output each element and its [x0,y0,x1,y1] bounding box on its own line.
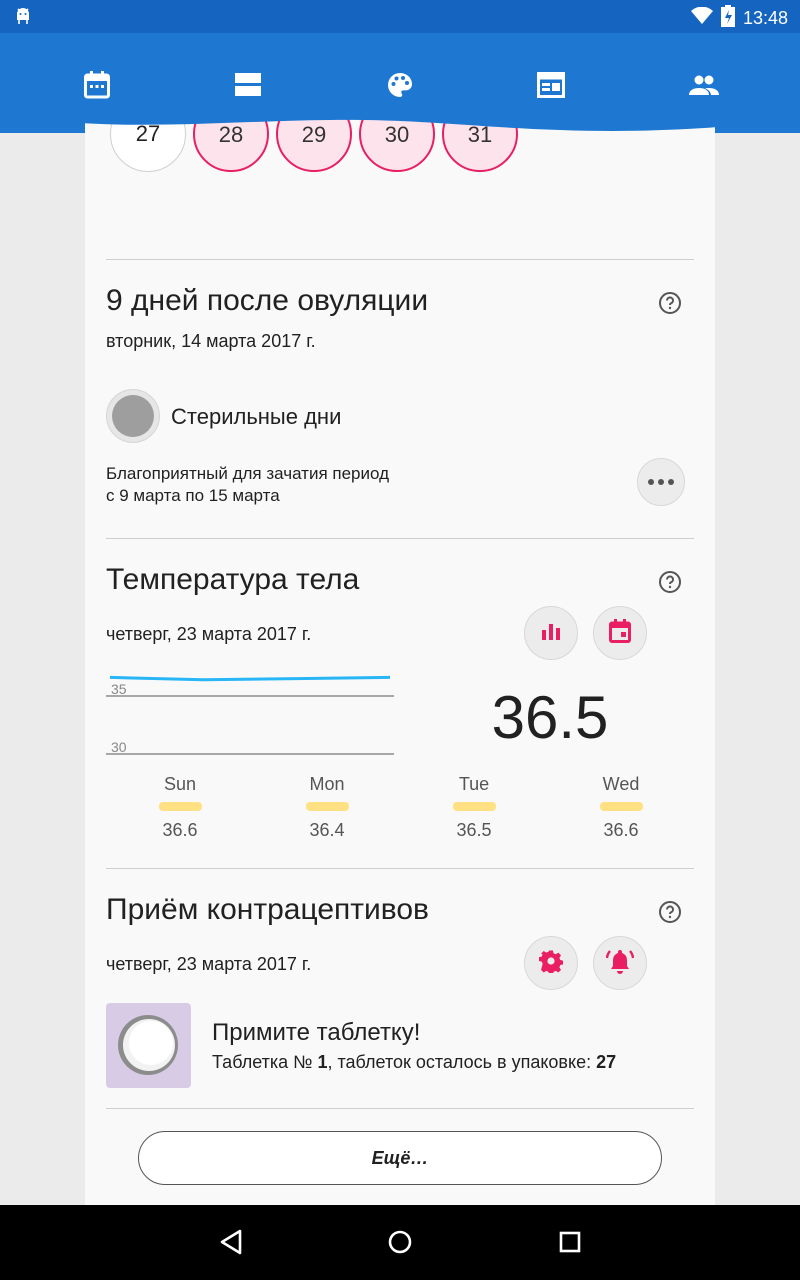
more-horiz-icon [647,473,675,491]
day-bar [452,802,496,811]
help-icon[interactable] [658,570,682,594]
temperature-line [109,675,391,682]
help-icon[interactable] [658,291,682,315]
help-icon[interactable] [658,900,682,924]
temperature-chart: 35 30 [106,668,396,763]
battery-icon [720,5,735,32]
status-dot [106,389,160,443]
more-options-button[interactable] [637,458,685,506]
status-label: Стерильные дни [171,404,342,429]
y-tick-30: 30 [111,739,127,755]
people-icon[interactable] [688,69,720,101]
wifi-icon [690,6,713,30]
take-pill-title: Примите таблетку! [212,1019,421,1046]
pill-info: Таблетка № 1, таблеток осталось в упаков… [212,1052,617,1072]
temperature-date: четверг, 23 марта 2017 г. [106,624,312,644]
home-icon[interactable] [383,1225,417,1259]
status-bar: 13:48 [0,0,800,33]
day-summary[interactable]: Wed 36.6 [581,774,661,841]
day-bar [305,802,349,811]
divider [106,538,694,539]
day-summary[interactable]: Mon 36.4 [287,774,367,841]
schedule-icon[interactable] [535,69,567,101]
gear-icon [538,949,564,978]
ovulation-date: вторник, 14 марта 2017 г. [106,331,316,351]
calendar-icon[interactable] [81,69,113,101]
bar-chart-icon [541,622,561,645]
clock: 13:48 [742,8,788,28]
recents-icon[interactable] [553,1225,587,1259]
divider [106,868,694,869]
contraceptives-title: Приём контрацептивов [106,893,429,926]
android-debug-icon [14,6,32,31]
y-tick-35: 35 [111,681,127,697]
temperature-chart-button[interactable] [524,606,578,660]
system-nav-bar [0,1205,800,1280]
divider [106,1108,694,1109]
calendar-day-period[interactable]: 31 [442,96,518,172]
calendar-day-period[interactable]: 29 [276,96,352,172]
calendar-day-period[interactable]: 30 [359,96,435,172]
day-summary[interactable]: Sun 36.6 [140,774,220,841]
temperature-title: Температура тела [106,563,360,596]
day-bar [599,802,643,811]
calendar-day[interactable]: 27 [110,96,186,172]
back-icon[interactable] [214,1225,248,1259]
contraceptives-date: четверг, 23 марта 2017 г. [106,954,312,974]
alarm-bell-icon [605,948,635,979]
contraceptive-settings-button[interactable] [524,936,578,990]
calendar-day-period[interactable]: 28 [193,96,269,172]
pill-image [106,1003,191,1088]
temperature-calendar-button[interactable] [593,606,647,660]
event-icon [609,618,631,648]
day-summary[interactable]: Tue 36.5 [434,774,514,841]
ovulation-title: 9 дней после овуляции [106,284,429,317]
temperature-chart-svg: 35 30 [106,675,394,755]
contraceptive-alarm-button[interactable] [593,936,647,990]
day-bar [158,802,202,811]
current-temperature: 36.5 [491,684,609,751]
divider [106,259,694,260]
fertile-period: Благоприятный для зачатия период с 9 мар… [106,464,389,505]
pill-icon [118,1015,178,1075]
more-button[interactable]: Ещё… [138,1131,662,1185]
